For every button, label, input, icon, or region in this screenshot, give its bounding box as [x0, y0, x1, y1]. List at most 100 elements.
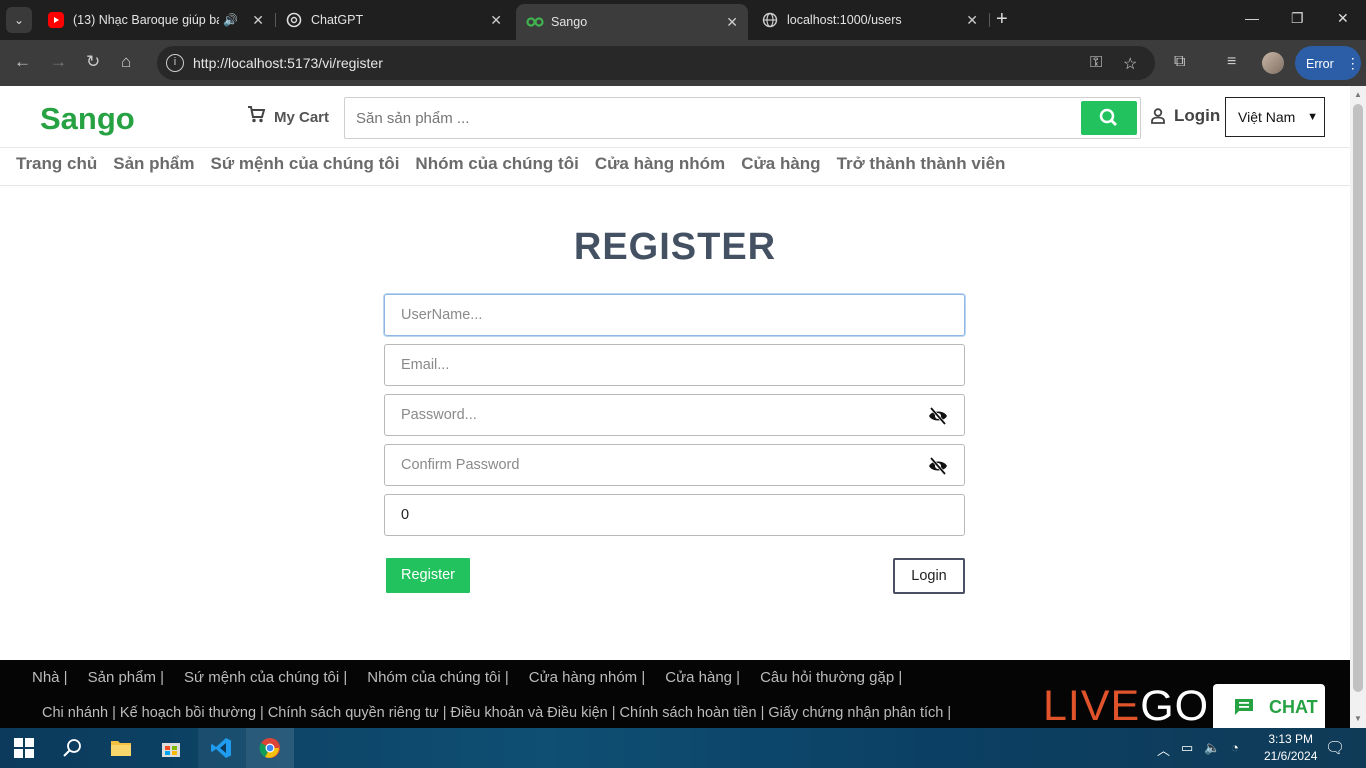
tab-youtube[interactable]: (13) Nhạc Baroque giúp bạn 🔊 ✕: [38, 4, 274, 36]
footer-link[interactable]: Giấy chứng nhận phân tích |: [768, 705, 951, 721]
back-icon[interactable]: ←: [14, 52, 31, 72]
site-info-icon[interactable]: i: [166, 54, 184, 72]
footer-links-row-2: Chi nhánh | Kế hoạch bồi thường | Chính …: [42, 705, 951, 721]
browser-toolbar: ← → ↻ ⌂ i http://localhost:5173/vi/regis…: [0, 40, 1366, 86]
chatgpt-icon: [286, 12, 302, 28]
country-select[interactable]: Việt Nam ▼: [1225, 97, 1325, 137]
key-icon[interactable]: ⚿: [1090, 54, 1102, 72]
nav-item-mission[interactable]: Sứ mệnh của chúng tôi: [210, 154, 399, 174]
search-icon[interactable]: [62, 737, 84, 759]
extensions-icon[interactable]: ⧉: [1174, 53, 1185, 71]
scroll-down-icon[interactable]: ▼: [1354, 714, 1362, 723]
file-explorer-icon[interactable]: [110, 737, 132, 759]
tab-title: ChatGPT: [311, 13, 364, 27]
tab-chatgpt[interactable]: ChatGPT ✕: [276, 4, 512, 36]
nav-item-membership[interactable]: Trở thành thành viên: [837, 154, 1006, 174]
url-text[interactable]: http://localhost:5173/vi/register: [193, 55, 383, 71]
media-control-icon[interactable]: ≡: [1227, 53, 1236, 71]
footer-link[interactable]: Điều khoản và Điều kiện |: [451, 705, 616, 721]
minimize-icon[interactable]: —: [1245, 10, 1259, 26]
tab-title: Sango: [551, 15, 588, 29]
globe-icon: [762, 12, 778, 28]
header-divider: [0, 147, 1350, 148]
nav-divider: [0, 185, 1350, 186]
close-tab-icon[interactable]: ✕: [966, 12, 978, 29]
page-title: REGISTER: [573, 226, 777, 268]
forward-icon[interactable]: →: [50, 52, 67, 72]
close-window-icon[interactable]: ✕: [1337, 10, 1349, 27]
eye-off-icon[interactable]: [928, 457, 948, 475]
footer-link[interactable]: Nhà |: [32, 669, 68, 686]
speaker-icon[interactable]: 🔊: [223, 13, 238, 27]
tab-localhost-users[interactable]: localhost:1000/users ✕: [752, 4, 988, 36]
nav-item-home[interactable]: Trang chủ: [16, 154, 97, 174]
scroll-up-icon[interactable]: ▲: [1354, 90, 1362, 99]
footer-link[interactable]: Kế hoạch bồi thường |: [120, 705, 264, 721]
header-login-link[interactable]: Login: [1151, 106, 1220, 126]
search-input[interactable]: [346, 99, 1076, 137]
footer-link[interactable]: Chính sách quyền riêng tư |: [268, 705, 447, 721]
store-icon[interactable]: [160, 737, 182, 759]
search-button[interactable]: [1081, 101, 1137, 135]
chevron-down-icon: ▼: [1307, 111, 1318, 123]
footer-link[interactable]: Cửa hàng |: [665, 669, 740, 686]
footer-link[interactable]: Chi nhánh |: [42, 705, 116, 721]
reload-icon[interactable]: ↻: [86, 52, 100, 72]
browser-tab-bar: ⌄ (13) Nhạc Baroque giúp bạn 🔊 ✕ ChatGPT…: [0, 0, 1366, 40]
site-logo[interactable]: Sango: [40, 101, 135, 137]
notification-icon[interactable]: 🗨: [1325, 738, 1345, 758]
search-box: [344, 97, 1141, 139]
chrome-icon[interactable]: [259, 737, 281, 759]
cart-icon: [247, 106, 266, 128]
username-input[interactable]: [385, 295, 964, 335]
chat-button[interactable]: CHAT: [1213, 684, 1325, 728]
footer-link[interactable]: Sản phẩm |: [88, 669, 164, 686]
windows-start-icon[interactable]: [14, 738, 34, 758]
register-button[interactable]: Register: [386, 558, 470, 593]
vscode-icon[interactable]: [210, 737, 232, 759]
tab-sango[interactable]: Sango ✕: [516, 4, 748, 40]
bookmark-star-icon[interactable]: ☆: [1123, 54, 1137, 74]
nav-item-team[interactable]: Nhóm của chúng tôi: [415, 154, 578, 174]
footer-link[interactable]: Cửa hàng nhóm |: [529, 669, 646, 686]
nav-item-store[interactable]: Cửa hàng: [741, 154, 820, 174]
more-menu-icon[interactable]: ⋮: [1346, 55, 1360, 71]
cart-label: My Cart: [274, 108, 330, 126]
profile-avatar[interactable]: [1262, 52, 1284, 74]
close-tab-icon[interactable]: ✕: [726, 14, 738, 31]
close-tab-icon[interactable]: ✕: [252, 12, 264, 29]
home-icon[interactable]: ⌂: [121, 52, 131, 72]
nav-item-products[interactable]: Sản phẩm: [113, 154, 194, 174]
error-label: Error: [1306, 57, 1334, 71]
footer-link[interactable]: Câu hỏi thường gặp |: [760, 669, 902, 686]
wifi-icon[interactable]: ◔: [1231, 740, 1239, 755]
footer-link[interactable]: Nhóm của chúng tôi |: [367, 669, 508, 686]
tray-overflow-icon[interactable]: ︿: [1157, 740, 1170, 759]
youtube-icon: [48, 12, 64, 28]
page-scrollbar[interactable]: ▲ ▼: [1350, 86, 1366, 728]
nav-item-team-store[interactable]: Cửa hàng nhóm: [595, 154, 725, 174]
password-input[interactable]: [385, 395, 964, 435]
clock-date: 21/6/2024: [1264, 749, 1318, 763]
confirm-password-input[interactable]: [385, 445, 964, 485]
login-button[interactable]: Login: [893, 558, 965, 594]
address-bar[interactable]: i http://localhost:5173/vi/register ⚿ ☆: [157, 46, 1155, 80]
email-input[interactable]: [385, 345, 964, 385]
number-input[interactable]: [385, 495, 964, 535]
header-login-label: Login: [1174, 106, 1221, 125]
volume-icon[interactable]: 🔈: [1204, 740, 1220, 756]
footer-link[interactable]: Sứ mệnh của chúng tôi |: [184, 669, 347, 686]
footer-link[interactable]: Chính sách hoàn tiền |: [620, 705, 765, 721]
taskbar-clock[interactable]: 3:13 PM 21/6/2024: [1264, 731, 1317, 765]
error-button[interactable]: Error ⋮: [1295, 46, 1361, 80]
tab-search-button[interactable]: ⌄: [6, 7, 32, 33]
battery-icon[interactable]: ▭: [1181, 740, 1193, 756]
restore-icon[interactable]: ❐: [1291, 10, 1304, 27]
main-nav: Trang chủ Sản phẩm Sứ mệnh của chúng tôi…: [16, 154, 1005, 174]
scroll-thumb[interactable]: [1353, 104, 1363, 692]
new-tab-icon[interactable]: +: [996, 8, 1008, 31]
my-cart-link[interactable]: My Cart: [247, 106, 329, 128]
close-tab-icon[interactable]: ✕: [490, 12, 502, 29]
eye-off-icon[interactable]: [928, 407, 948, 425]
tab-title: localhost:1000/users: [787, 13, 902, 27]
